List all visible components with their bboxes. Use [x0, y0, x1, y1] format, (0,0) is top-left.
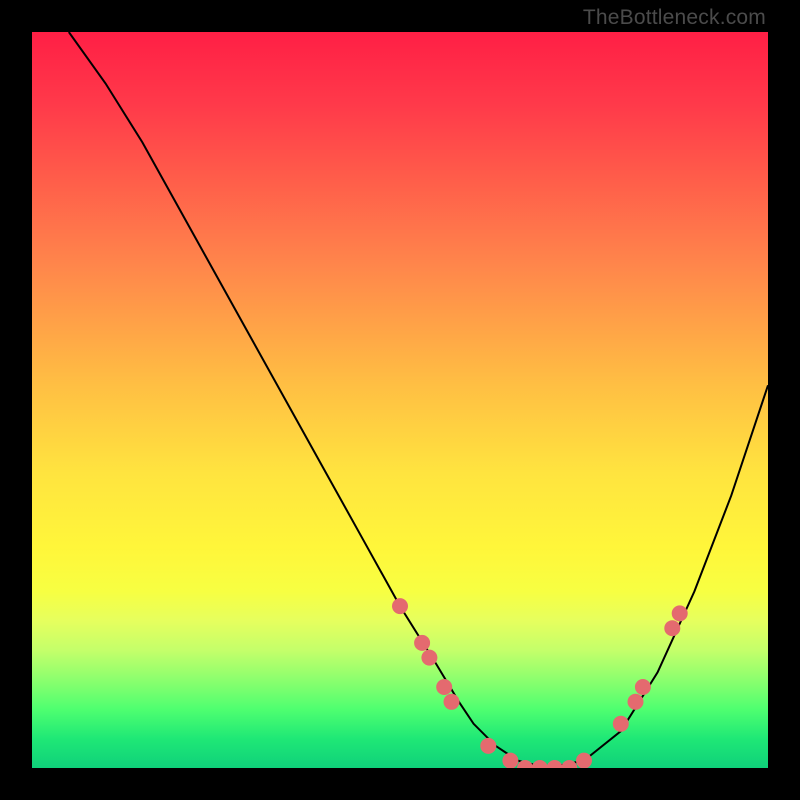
curve-layer — [32, 32, 768, 768]
marker-dot — [635, 679, 651, 695]
marker-dot — [414, 635, 430, 651]
watermark-text: TheBottleneck.com — [583, 6, 766, 30]
marker-dot — [613, 716, 629, 732]
bottleneck-curve — [69, 32, 768, 768]
marker-dot — [672, 605, 688, 621]
marker-dot — [547, 760, 563, 768]
marker-dot — [664, 620, 680, 636]
marker-dot — [436, 679, 452, 695]
marker-dot — [561, 760, 577, 768]
marker-dot — [576, 753, 592, 768]
marker-dot — [532, 760, 548, 768]
marker-dot — [480, 738, 496, 754]
plot-area — [32, 32, 768, 768]
marker-dot — [421, 650, 437, 666]
chart-frame: TheBottleneck.com — [0, 0, 800, 800]
marker-dot — [502, 753, 518, 768]
marker-dot — [628, 694, 644, 710]
marker-dot — [444, 694, 460, 710]
marker-dots — [392, 598, 688, 768]
marker-dot — [392, 598, 408, 614]
